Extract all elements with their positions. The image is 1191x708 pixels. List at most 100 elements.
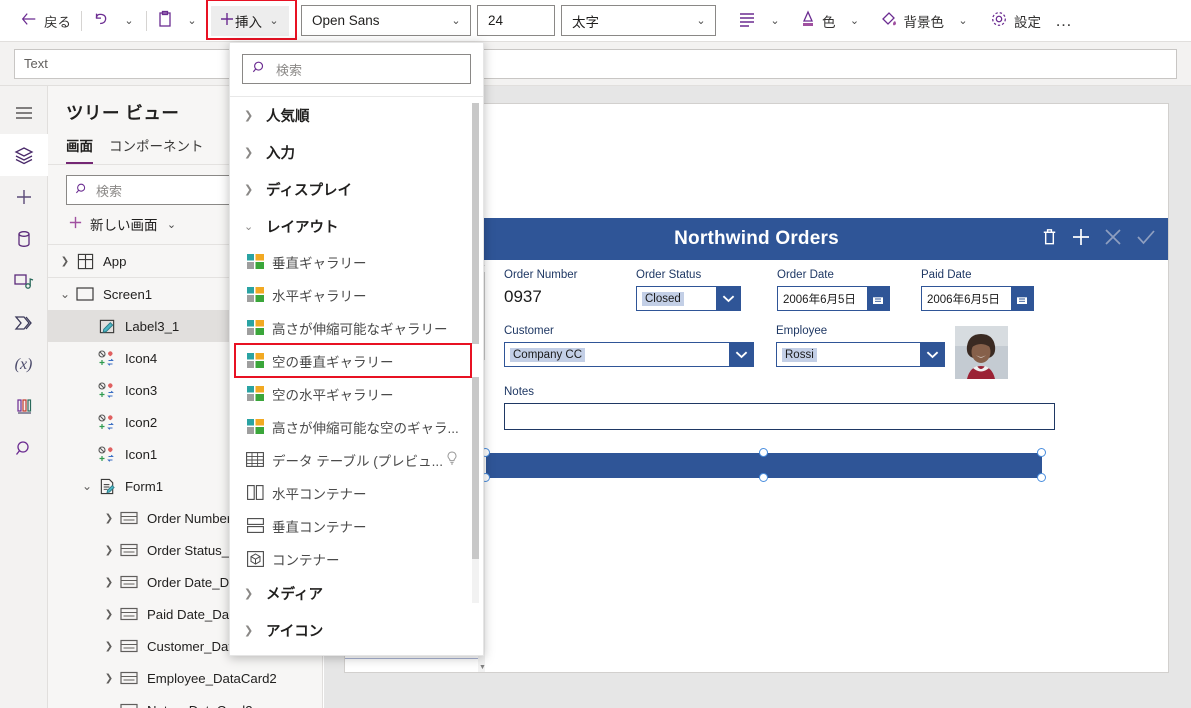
order-status-field: Order Status Closed (636, 269, 741, 311)
chevron-down-icon[interactable] (729, 343, 753, 366)
scroll-down-arrow[interactable]: ▼ (479, 664, 486, 671)
chevron-down-icon: ⌄ (770, 15, 780, 27)
insert-group-メディア[interactable]: ❯ メディア (230, 575, 483, 612)
insert-icon[interactable] (0, 176, 48, 218)
chevron-down-icon[interactable] (920, 343, 944, 366)
font-family-select[interactable]: Open Sans ⌄ (301, 5, 471, 36)
chevron-right-icon[interactable]: ❯ (100, 609, 118, 620)
employee-dropdown[interactable]: Rossi (776, 342, 945, 367)
datacard-icon (118, 575, 140, 589)
back-button[interactable]: 戻る (14, 6, 77, 36)
tab-screens[interactable]: 画面 (66, 135, 93, 164)
paste-dropdown[interactable]: ⌄ (179, 6, 205, 36)
calendar-icon[interactable] (1011, 287, 1033, 310)
fill-color-button[interactable]: 背景色 (874, 6, 951, 36)
paid-date-picker[interactable]: 2006年6月5日 (921, 286, 1034, 311)
order-date-label: Order Date (777, 269, 834, 281)
formula-bar: Text (0, 42, 1191, 86)
font-size-select[interactable]: 24 (477, 5, 555, 36)
insert-item-データ テーブル (プレビュ...[interactable]: データ テーブル (プレビュ... (230, 443, 483, 476)
insert-item-空の水平ギャラリー[interactable]: 空の水平ギャラリー (230, 377, 483, 410)
chevron-down-icon[interactable]: ⌄ (100, 703, 118, 708)
chevron-right-icon[interactable]: ❯ (100, 513, 118, 524)
search-icon[interactable] (0, 428, 48, 470)
insert-group-人気順[interactable]: ❯ 人気順 (230, 97, 483, 134)
chevron-right-icon: ❯ (244, 147, 254, 159)
align-dropdown[interactable]: ⌄ (762, 6, 788, 36)
order-date-picker[interactable]: 2006年6月5日 (777, 286, 890, 311)
insert-item-高さが伸縮可能なギャラリー[interactable]: 高さが伸縮可能なギャラリー (230, 311, 483, 344)
resize-handle-top-right[interactable] (1037, 448, 1046, 457)
tree-node-label: Icon4 (125, 350, 158, 366)
resize-handle-top-center[interactable] (759, 448, 768, 457)
data-icon[interactable] (0, 218, 48, 260)
tree-node-label: Form1 (125, 478, 164, 494)
settings-button[interactable]: 設定 (984, 6, 1047, 36)
customer-dropdown[interactable]: Company CC (504, 342, 754, 367)
chevron-down-icon[interactable]: ⌄ (56, 287, 74, 301)
insert-button-wrapper: 挿入 ⌄ (206, 0, 297, 40)
insert-group-ディスプレイ[interactable]: ❯ ディスプレイ (230, 171, 483, 208)
chevron-right-icon[interactable]: ❯ (56, 256, 74, 267)
tree-node-label: Label3_1 (125, 318, 180, 334)
calendar-icon[interactable] (867, 287, 889, 310)
delete-icon[interactable] (1039, 226, 1060, 253)
chevron-down-icon: ⌄ (187, 15, 197, 27)
resize-handle-bottom-center[interactable] (759, 473, 768, 482)
chevron-down-icon[interactable]: ⌄ (78, 479, 96, 493)
chevron-down-icon[interactable] (716, 287, 740, 310)
insert-button[interactable]: 挿入 ⌄ (211, 5, 289, 36)
insert-group-label: 入力 (266, 146, 295, 162)
flyout-search-input[interactable]: 検索 (242, 54, 471, 84)
insert-group-入力[interactable]: ❯ 入力 (230, 134, 483, 171)
property-input[interactable]: Text (14, 48, 1177, 79)
overflow-button[interactable]: … (1047, 11, 1081, 31)
insert-item-垂直ギャラリー[interactable]: 垂直ギャラリー (230, 245, 483, 278)
align-button[interactable] (732, 6, 762, 36)
text-color-button[interactable]: 色 (794, 6, 842, 36)
order-status-dropdown[interactable]: Closed (636, 286, 741, 311)
chevron-right-icon[interactable]: ❯ (100, 577, 118, 588)
paste-icon (157, 10, 173, 31)
paste-button[interactable] (151, 6, 179, 36)
insert-item-垂直コンテナー[interactable]: 垂直コンテナー (230, 509, 483, 542)
variables-icon[interactable]: (x) (0, 344, 48, 386)
tree-node-label: Icon3 (125, 382, 158, 398)
insert-item-水平コンテナー[interactable]: 水平コンテナー (230, 476, 483, 509)
add-icon[interactable] (1070, 226, 1092, 253)
chevron-right-icon[interactable]: ❯ (100, 673, 118, 684)
insert-item-高さが伸縮可能な空のギャラ...[interactable]: 高さが伸縮可能な空のギャラ... (230, 410, 483, 443)
insert-group-レイアウト[interactable]: ⌄ レイアウト (230, 208, 483, 245)
hamburger-icon[interactable] (0, 92, 48, 134)
power-automate-icon[interactable] (0, 302, 48, 344)
font-color-icon (800, 10, 816, 31)
media-icon[interactable] (0, 260, 48, 302)
app-checker-icon[interactable] (0, 386, 48, 428)
undo-dropdown[interactable]: ⌄ (116, 6, 142, 36)
fill-color-dropdown[interactable]: ⌄ (950, 6, 976, 36)
plus-icon (68, 215, 83, 233)
tree-node-label: App (103, 253, 127, 269)
icon-icon (96, 446, 118, 462)
insert-group-図形[interactable]: ❯図形 (230, 649, 483, 655)
font-family-value: Open Sans (312, 13, 380, 28)
gallery-icon (242, 287, 268, 302)
text-color-dropdown[interactable]: ⌄ (842, 6, 868, 36)
insert-item-label: コンテナー (272, 552, 340, 568)
insert-group-アイコン[interactable]: ❯ アイコン (230, 612, 483, 649)
font-weight-select[interactable]: 太字 ⌄ (561, 5, 716, 36)
tree-view-icon[interactable] (0, 134, 48, 176)
insert-item-コンテナー[interactable]: コンテナー (230, 542, 483, 575)
notes-input[interactable] (504, 403, 1055, 430)
icon-icon (96, 382, 118, 398)
undo-button[interactable] (86, 6, 116, 36)
chevron-right-icon[interactable]: ❯ (100, 641, 118, 652)
insert-item-空の垂直ギャラリー[interactable]: 空の垂直ギャラリー (230, 344, 483, 377)
tab-components[interactable]: コンポーネント (109, 135, 204, 164)
insert-item-水平ギャラリー[interactable]: 水平ギャラリー (230, 278, 483, 311)
resize-handle-bottom-right[interactable] (1037, 473, 1046, 482)
cancel-icon (1102, 226, 1124, 253)
tree-node-employee-datacard2[interactable]: ❯ Employee_DataCard2 (48, 662, 322, 694)
chevron-right-icon[interactable]: ❯ (100, 545, 118, 556)
tree-node-notes-datacard2[interactable]: ⌄ Notes_DataCard2 (48, 694, 322, 708)
